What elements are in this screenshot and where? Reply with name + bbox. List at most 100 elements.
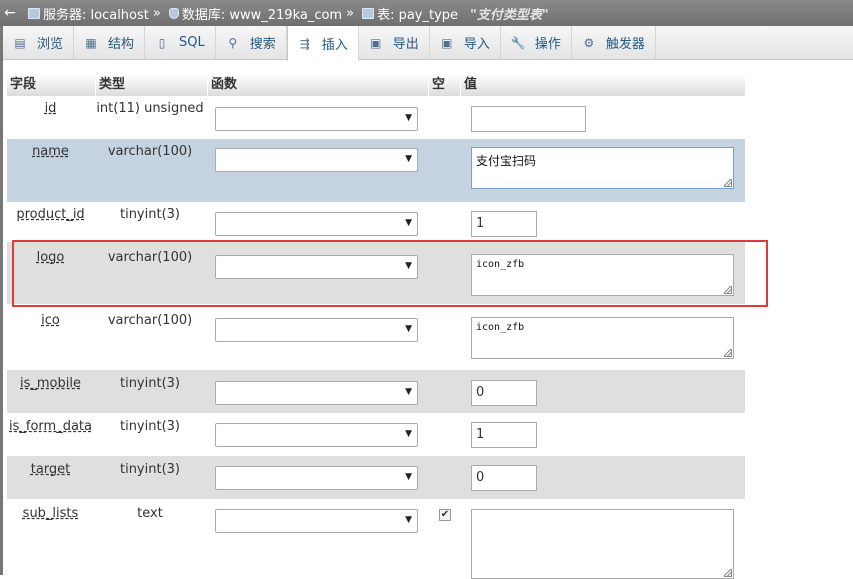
value-input[interactable]: 0 <box>471 465 537 491</box>
field-type: varchar(100) <box>107 250 193 265</box>
field-type: varchar(100) <box>107 313 193 328</box>
value-textarea[interactable]: 支付宝扫码 <box>471 147 734 189</box>
function-select[interactable]: ▼ <box>215 381 418 405</box>
breadcrumb-separator: » <box>152 5 161 21</box>
export-icon: ▣ <box>370 35 382 50</box>
breadcrumb-server[interactable]: 服务器: localhost » <box>20 4 161 23</box>
function-select[interactable]: ▼ <box>215 255 418 279</box>
tab-label: 搜索 <box>249 37 276 52</box>
field-name: ico <box>41 313 60 328</box>
resize-grip-icon[interactable] <box>724 286 732 294</box>
tab-label: 导入 <box>463 37 490 52</box>
field-name: product_id <box>16 207 85 222</box>
tab-sql[interactable]: ▯ SQL <box>145 26 216 59</box>
field-name: is_mobile <box>20 376 81 391</box>
tab-bar: ▤ 浏览 ▦ 结构 ▯ SQL ⚲ 搜索 ⇶ 插入 ▣ 导出 ▣ 导入 🔧 操作 ⚙ 触发器 <box>3 26 853 61</box>
tab-insert[interactable]: ⇶ 插入 <box>286 26 359 61</box>
value-textarea[interactable]: icon_zfb <box>471 317 734 359</box>
breadcrumb-table[interactable]: 表: pay_type <box>354 4 458 23</box>
breadcrumb-table-label[interactable]: 表: pay_type <box>377 4 458 23</box>
null-checkbox[interactable]: ✔ <box>439 509 451 521</box>
value-text: icon_zfb <box>476 259 525 270</box>
insert-table: 字段 类型 函数 空 值 <box>7 74 745 96</box>
tab-label: 插入 <box>321 38 348 53</box>
column-header-field: 字段 <box>7 74 96 96</box>
tab-label: 导出 <box>392 37 419 52</box>
value-text: 支付宝扫码 <box>476 154 537 168</box>
function-select[interactable]: ▼ <box>215 107 418 131</box>
field-name: name <box>32 144 69 159</box>
value-input[interactable]: 1 <box>471 211 537 237</box>
field-name: is_form_data <box>9 419 92 434</box>
table-icon <box>362 7 375 19</box>
value-text: icon_zfb <box>476 322 525 333</box>
back-arrow-icon[interactable]: ← <box>0 5 20 21</box>
table-comment: "支付类型表" <box>470 7 549 23</box>
column-header-null: 空 <box>429 74 461 96</box>
database-icon <box>168 7 179 19</box>
tab-operations[interactable]: 🔧 操作 <box>501 26 572 59</box>
table-row: target tinyint(3) ▼ 0 <box>7 456 745 499</box>
breadcrumb-server-label[interactable]: 服务器: localhost <box>43 4 149 23</box>
value-textarea[interactable] <box>471 509 734 579</box>
breadcrumb-database[interactable]: 数据库: www_219ka_com » <box>161 4 354 23</box>
tab-label: 结构 <box>108 37 135 52</box>
field-type: tinyint(3) <box>119 207 180 222</box>
field-name: id <box>44 101 57 116</box>
tab-triggers[interactable]: ⚙ 触发器 <box>572 26 656 59</box>
field-type: varchar(100) <box>107 144 193 159</box>
value-input[interactable]: 0 <box>471 380 537 406</box>
value-input[interactable] <box>471 106 586 132</box>
tab-label: 触发器 <box>605 37 645 52</box>
function-select[interactable]: ▼ <box>215 466 418 490</box>
field-name: sub_lists <box>22 506 79 521</box>
breadcrumb: ← 服务器: localhost » 数据库: www_219ka_com » … <box>0 0 853 26</box>
tab-label: 操作 <box>534 37 561 52</box>
table-row: is_form_data tinyint(3) ▼ 1 <box>7 413 745 456</box>
breadcrumb-database-label[interactable]: 数据库: www_219ka_com <box>182 4 342 23</box>
value-input[interactable]: 1 <box>471 422 537 448</box>
table-row: name varchar(100) ▼ 支付宝扫码 <box>7 139 745 202</box>
value-textarea[interactable]: icon_zfb <box>471 254 734 296</box>
function-select[interactable]: ▼ <box>215 148 418 172</box>
search-icon: ⚲ <box>228 35 238 50</box>
left-border <box>0 26 3 575</box>
chevron-down-icon: ▼ <box>405 154 412 164</box>
tab-structure[interactable]: ▦ 结构 <box>74 26 146 59</box>
tab-export[interactable]: ▣ 导出 <box>359 26 430 59</box>
field-name: logo <box>36 250 65 265</box>
tab-browse[interactable]: ▤ 浏览 <box>3 26 75 59</box>
breadcrumb-separator: » <box>346 5 355 21</box>
table-row: product_id tinyint(3) ▼ 1 <box>7 202 745 242</box>
function-select[interactable]: ▼ <box>215 318 418 342</box>
resize-grip-icon[interactable] <box>724 569 732 577</box>
field-type: tinyint(3) <box>119 419 180 434</box>
chevron-down-icon: ▼ <box>405 515 412 525</box>
function-select[interactable]: ▼ <box>215 509 418 533</box>
tab-search[interactable]: ⚲ 搜索 <box>216 26 287 59</box>
insert-icon: ⇶ <box>299 36 310 51</box>
column-header-value: 值 <box>464 77 478 92</box>
resize-grip-icon[interactable] <box>724 349 732 357</box>
table-row: id int(11) unsigned ▼ <box>7 96 745 139</box>
field-type: int(11) unsigned <box>96 101 204 116</box>
chevron-down-icon: ▼ <box>405 429 412 439</box>
resize-grip-icon[interactable] <box>724 179 732 187</box>
column-header-type: 类型 <box>96 74 208 96</box>
chevron-down-icon: ▼ <box>405 324 412 334</box>
tab-label: 浏览 <box>37 37 64 52</box>
chevron-down-icon: ▼ <box>405 261 412 271</box>
field-type: text <box>137 506 163 521</box>
function-select[interactable]: ▼ <box>215 423 418 447</box>
table-row: is_mobile tinyint(3) ▼ 0 <box>7 370 745 413</box>
table-row: sub_lists text ▼ ✔ <box>7 499 745 579</box>
structure-icon: ▦ <box>85 35 97 50</box>
tab-import[interactable]: ▣ 导入 <box>430 26 501 59</box>
chevron-down-icon: ▼ <box>405 113 412 123</box>
table-row: ico varchar(100) ▼ icon_zfb <box>7 304 745 370</box>
browse-icon: ▤ <box>14 35 26 50</box>
function-select[interactable]: ▼ <box>215 212 418 236</box>
chevron-down-icon: ▼ <box>405 472 412 482</box>
field-type: tinyint(3) <box>119 376 180 391</box>
chevron-down-icon: ▼ <box>405 218 412 228</box>
